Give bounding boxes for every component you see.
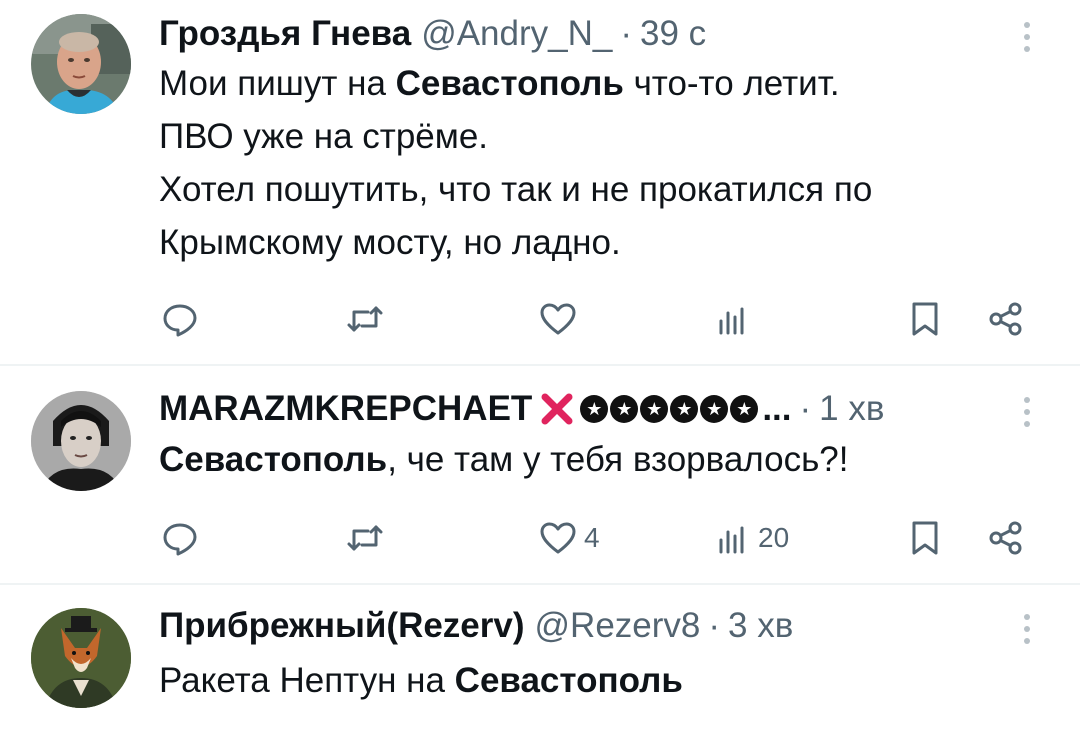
- views-count: 20: [758, 522, 790, 553]
- red-cross-icon: [541, 393, 573, 425]
- heart-icon: [540, 303, 576, 335]
- retweet-button[interactable]: [345, 516, 385, 560]
- author-name[interactable]: MARAZMKREPCHAET: [159, 389, 532, 429]
- tweet-3[interactable]: Прибрежный(Rezerv) @Rezerv8 · 3 хв Ракет…: [0, 585, 1080, 735]
- star-badge-icon: [670, 395, 699, 423]
- bookmark-button[interactable]: [905, 516, 945, 560]
- tweet-text: Ракета Нептун на Севастополь: [159, 654, 1039, 707]
- separator-dot: ·: [708, 606, 721, 645]
- author-handle[interactable]: @Rezerv8: [535, 606, 701, 646]
- reply-button[interactable]: [160, 516, 200, 560]
- star-badge-icon: [730, 395, 759, 423]
- like-button[interactable]: 4: [538, 516, 600, 560]
- tweet-line: Мои пишут на Севастополь что-то летит.: [159, 64, 840, 103]
- avatar[interactable]: [31, 608, 131, 708]
- share-button[interactable]: [986, 516, 1026, 560]
- tweet-header: Гроздья Гнева @Andry_N_ · 39 с: [159, 14, 706, 54]
- retweet-icon: [347, 525, 383, 551]
- views-button[interactable]: 20: [712, 516, 789, 560]
- share-button[interactable]: [986, 297, 1026, 341]
- more-vertical-icon[interactable]: [1012, 17, 1042, 57]
- tweet-line: Севастополь, че там у тебя взорвалось?!: [159, 440, 849, 479]
- tweet-text: Севастополь, че там у тебя взорвалось?!: [159, 433, 1039, 486]
- tweet-2[interactable]: MARAZMKREPCHAET ... · 1 хв Севастополь, …: [0, 366, 1080, 584]
- action-bar: [160, 297, 1030, 341]
- author-name[interactable]: Прибрежный(Rezerv): [159, 606, 525, 646]
- retweet-button[interactable]: [345, 297, 385, 341]
- action-bar: 4 20: [160, 516, 1030, 560]
- avatar[interactable]: [31, 391, 131, 491]
- tweet-line: Крымскому мосту, но ладно.: [159, 223, 621, 262]
- bookmark-button[interactable]: [905, 297, 945, 341]
- timestamp[interactable]: 39 с: [640, 14, 706, 54]
- bookmark-icon: [912, 302, 938, 336]
- tweet-1[interactable]: Гроздья Гнева @Andry_N_ · 39 с Мои пишут…: [0, 0, 1080, 365]
- reply-icon: [163, 523, 197, 556]
- tweet-text: Мои пишут на Севастополь что-то летит. П…: [159, 57, 1039, 269]
- views-icon: [719, 307, 744, 335]
- separator-dot: ·: [620, 14, 633, 53]
- tweet-line: ПВО уже на стрёме.: [159, 117, 489, 156]
- tweet-line: Ракета Нептун на Севастополь: [159, 661, 683, 700]
- tweet-header: Прибрежный(Rezerv) @Rezerv8 · 3 хв: [159, 606, 793, 646]
- views-icon: [719, 526, 744, 554]
- star-badge-icon: [580, 395, 609, 423]
- timestamp[interactable]: 1 хв: [819, 389, 884, 429]
- bookmark-icon: [912, 521, 938, 555]
- avatar[interactable]: [31, 14, 131, 114]
- author-name[interactable]: Гроздья Гнева: [159, 14, 411, 54]
- separator-dot: ·: [799, 389, 812, 428]
- tweet-feed: Гроздья Гнева @Andry_N_ · 39 с Мои пишут…: [0, 0, 1080, 735]
- share-icon: [989, 302, 1022, 336]
- share-icon: [989, 521, 1022, 555]
- views-button[interactable]: [712, 297, 758, 341]
- heart-icon: [540, 522, 576, 554]
- timestamp[interactable]: 3 хв: [728, 606, 793, 646]
- more-vertical-icon[interactable]: [1012, 392, 1042, 432]
- star-badge-icon: [640, 395, 669, 423]
- more-vertical-icon[interactable]: [1012, 609, 1042, 649]
- retweet-icon: [347, 306, 383, 332]
- tweet-line: Хотел пошутить, что так и не прокатился …: [159, 170, 873, 209]
- author-handle[interactable]: @Andry_N_: [421, 14, 612, 54]
- star-badge-icon: [610, 395, 639, 423]
- star-badge-icon: [700, 395, 729, 423]
- name-truncation: ...: [762, 389, 792, 428]
- reply-button[interactable]: [160, 297, 200, 341]
- tweet-header: MARAZMKREPCHAET ... · 1 хв: [159, 389, 884, 429]
- star-badges: [580, 395, 760, 423]
- like-button[interactable]: [538, 297, 584, 341]
- like-count: 4: [584, 522, 600, 553]
- reply-icon: [163, 304, 197, 337]
